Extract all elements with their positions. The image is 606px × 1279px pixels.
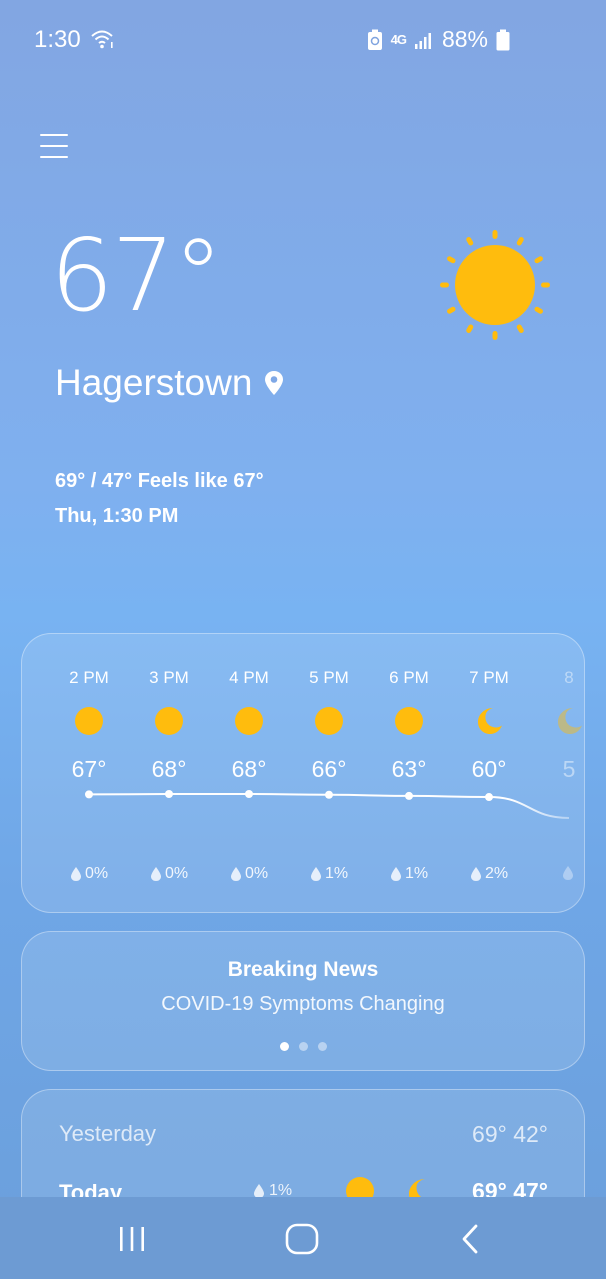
news-page-indicator	[22, 1042, 584, 1051]
hour-time: 2 PM	[69, 668, 109, 687]
raindrop-icon	[310, 867, 321, 881]
sun-icon	[315, 707, 343, 735]
raindrop-icon	[390, 867, 401, 881]
hour-rain-value: 0%	[164, 865, 189, 882]
hour-rain-value: 1%	[404, 865, 429, 882]
status-bar: 1:30 4G 88%	[0, 0, 606, 80]
temperature-point	[325, 790, 333, 799]
wifi-icon	[91, 30, 113, 49]
hour-time: 4 PM	[229, 668, 269, 687]
hour-precipitation: 0%	[209, 865, 289, 883]
news-dot-active	[279, 1042, 289, 1051]
location-name: Hagerstown	[55, 362, 253, 403]
navigation-bar	[0, 1197, 606, 1279]
sun-icon	[346, 1177, 374, 1197]
location-pin-icon	[265, 371, 284, 395]
sun-icon	[440, 230, 550, 340]
hour-time: 3 PM	[149, 668, 189, 687]
raindrop-icon	[150, 867, 161, 881]
raindrop-icon	[70, 867, 81, 881]
hour-time: 6 PM	[389, 668, 429, 687]
moon-icon	[558, 708, 582, 734]
today-temps: 69° 47°	[472, 1178, 548, 1197]
hour-rain-value: 1%	[324, 865, 349, 882]
current-temperature: 67°	[50, 217, 223, 334]
temperature-point	[485, 793, 493, 802]
hourly-forecast-card[interactable]: 2 PM 67° 0% 3 PM 68° 0% 4 PM 68° 0% 5 PM 66° 1% 6 PM…	[21, 633, 585, 913]
sun-icon	[155, 707, 183, 735]
hour-time: 8	[564, 668, 574, 687]
raindrop-icon	[230, 867, 241, 881]
yesterday-label: Yesterday	[59, 1121, 157, 1146]
hour-temperature: 68°	[151, 756, 187, 782]
signal-icon	[414, 32, 431, 49]
hour-precipitation: 2%	[449, 865, 529, 883]
raindrop-icon	[470, 867, 481, 881]
temperature-point	[245, 790, 253, 798]
hour-rain-value: 2%	[484, 865, 509, 882]
location[interactable]: Hagerstown	[55, 362, 284, 404]
news-dot	[298, 1042, 308, 1051]
hour-rain-value: 0%	[84, 865, 109, 882]
sun-icon	[235, 707, 263, 735]
menu-icon	[40, 134, 68, 136]
status-time: 1:30	[34, 26, 81, 53]
battery-icon	[496, 29, 510, 50]
sun-icon	[75, 707, 103, 735]
moon-icon	[409, 1179, 435, 1197]
sun-icon	[395, 707, 423, 735]
today-label: Today	[59, 1180, 123, 1197]
news-headline: COVID-19 Symptoms Changing	[161, 993, 445, 1015]
temperature-line	[88, 793, 570, 819]
yesterday-temps: 69° 42°	[472, 1121, 548, 1147]
hour-precipitation: 0%	[129, 865, 209, 883]
hour-temperature: 60°	[471, 756, 507, 782]
hour-temperature: 63°	[391, 756, 427, 782]
raindrop-icon	[254, 1184, 264, 1197]
home-button[interactable]	[284, 1223, 320, 1255]
hour-temperature: 67°	[71, 756, 107, 782]
menu-button[interactable]	[40, 134, 68, 160]
news-title: Breaking News	[227, 958, 379, 981]
hour-precipitation: 1%	[289, 865, 369, 883]
battery-percent: 88%	[441, 26, 488, 52]
moon-icon	[478, 708, 502, 734]
temperature-point	[405, 791, 413, 800]
news-dot	[317, 1042, 327, 1051]
hour-time: 7 PM	[469, 668, 509, 687]
hour-precipitation: 1%	[369, 865, 449, 883]
today-rain-value: 1%	[269, 1182, 293, 1197]
breaking-news-card[interactable]: Breaking News COVID-19 Symptoms Changing	[21, 931, 585, 1071]
battery-saver-icon	[367, 29, 382, 50]
hour-temperature: 68°	[231, 756, 267, 782]
raindrop-icon	[562, 866, 573, 880]
back-button[interactable]	[458, 1223, 484, 1255]
hour-rain-value: 0%	[244, 865, 269, 882]
network-type: 4G	[390, 32, 407, 47]
hour-precipitation	[529, 865, 584, 881]
hour-temperature: 5	[562, 756, 576, 782]
today-precipitation: 1%	[253, 1182, 292, 1197]
hi-lo-feels-like: 69° / 47° Feels like 67°	[55, 470, 264, 492]
date-time: Thu, 1:30 PM	[55, 505, 179, 527]
temperature-point	[165, 790, 173, 798]
daily-forecast-card[interactable]: Yesterday 69° 42° Today 1% 69° 47°	[21, 1089, 585, 1197]
hour-time: 5 PM	[309, 668, 349, 687]
hour-precipitation: 0%	[49, 865, 129, 883]
temperature-point	[85, 790, 93, 799]
hour-temperature: 66°	[311, 756, 347, 782]
status-icons: 4G 88%	[367, 26, 510, 53]
recent-apps-button[interactable]	[117, 1225, 147, 1253]
